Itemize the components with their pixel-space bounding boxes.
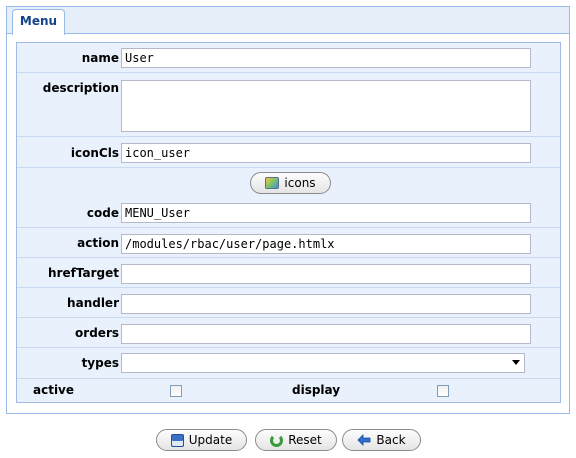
- display-label: display: [292, 383, 341, 397]
- menu-form: name User description iconCls icon_user …: [16, 42, 561, 403]
- action-field[interactable]: /modules/rbac/user/page.htmlx: [121, 234, 531, 254]
- tab-strip: Menu: [7, 7, 569, 35]
- active-label: active: [33, 383, 75, 397]
- row-action: action /modules/rbac/user/page.htmlx: [17, 228, 560, 258]
- orders-label: orders: [75, 326, 119, 340]
- icons-button-label: icons: [284, 176, 316, 190]
- image-icon: [265, 177, 280, 189]
- update-button-label: Update: [188, 433, 233, 447]
- row-icons: icons: [17, 168, 560, 198]
- handler-label: handler: [67, 296, 119, 310]
- action-label: action: [77, 236, 119, 250]
- row-name: name User: [17, 43, 560, 73]
- back-button-label: Back: [376, 433, 406, 447]
- refresh-icon: [270, 433, 284, 447]
- row-types: types: [17, 348, 560, 379]
- active-checkbox[interactable]: [170, 385, 182, 397]
- handler-field[interactable]: [121, 294, 531, 314]
- tab-menu[interactable]: Menu: [12, 9, 65, 35]
- row-orders: orders: [17, 318, 560, 348]
- update-button[interactable]: Update: [156, 429, 247, 451]
- back-arrow-icon: [357, 434, 371, 446]
- menu-panel: Menu name User description iconCls icon_…: [6, 6, 570, 414]
- row-hreftarget: hrefTarget: [17, 258, 560, 288]
- reset-button[interactable]: Reset: [255, 429, 337, 451]
- code-field[interactable]: MENU_User: [121, 203, 531, 223]
- row-handler: handler: [17, 288, 560, 318]
- name-field[interactable]: User: [121, 48, 531, 68]
- orders-field[interactable]: [121, 324, 531, 344]
- hreftarget-field[interactable]: [121, 264, 531, 284]
- display-checkbox[interactable]: [437, 385, 449, 397]
- row-iconcls: iconCls icon_user: [17, 137, 560, 168]
- back-button[interactable]: Back: [342, 429, 421, 451]
- name-label: name: [81, 51, 119, 65]
- iconcls-field[interactable]: icon_user: [121, 143, 531, 163]
- row-code: code MENU_User: [17, 198, 560, 228]
- code-label: code: [86, 206, 119, 220]
- iconcls-label: iconCls: [70, 146, 119, 160]
- reset-button-label: Reset: [288, 433, 322, 447]
- types-select[interactable]: [121, 353, 525, 373]
- chevron-down-icon[interactable]: [512, 360, 520, 365]
- types-label: types: [81, 356, 119, 370]
- save-icon: [170, 433, 184, 447]
- row-flags: active display: [17, 379, 560, 403]
- description-label: description: [42, 81, 119, 95]
- description-textarea[interactable]: [121, 80, 531, 132]
- icons-button[interactable]: icons: [250, 172, 331, 194]
- hreftarget-label: hrefTarget: [48, 266, 119, 280]
- row-description: description: [17, 73, 560, 137]
